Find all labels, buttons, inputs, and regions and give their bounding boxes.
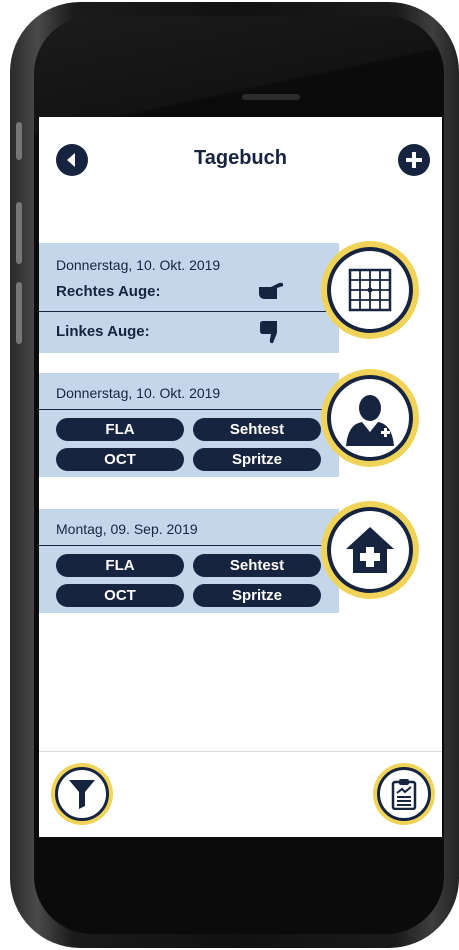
- plus-icon: [406, 152, 422, 168]
- tag-fla[interactable]: FLA: [56, 554, 184, 577]
- page-title: Tagebuch: [194, 147, 287, 169]
- filter-button[interactable]: [51, 763, 113, 825]
- earpiece-speaker: [242, 94, 300, 100]
- report-button[interactable]: [373, 763, 435, 825]
- doctor-icon: [346, 395, 394, 446]
- entry-date: Donnerstag, 10. Okt. 2019: [56, 385, 221, 401]
- volume-up-button: [16, 202, 22, 264]
- tag-oct[interactable]: OCT: [56, 584, 184, 607]
- thumb-down-icon: [257, 319, 287, 345]
- diary-entry-eye-test[interactable]: Donnerstag, 10. Okt. 2019 Rechtes Auge: …: [39, 243, 339, 353]
- diary-entry-doctor[interactable]: Donnerstag, 10. Okt. 2019 FLA Sehtest OC…: [39, 373, 339, 477]
- doctor-visit-button[interactable]: [321, 369, 419, 467]
- left-eye-label: Linkes Auge:: [56, 323, 150, 340]
- entry-divider: [39, 545, 339, 546]
- tag-oct[interactable]: OCT: [56, 448, 184, 471]
- tag-spritze[interactable]: Spritze: [193, 584, 321, 607]
- home-entry-button[interactable]: [321, 501, 419, 599]
- entry-divider: [39, 311, 339, 312]
- tag-sehtest[interactable]: Sehtest: [193, 554, 321, 577]
- volume-down-button: [16, 282, 22, 344]
- add-entry-button[interactable]: [398, 144, 430, 176]
- app-screen: Tagebuch Donnerstag, 10. Okt. 2019 Recht…: [39, 117, 442, 837]
- tag-fla[interactable]: FLA: [56, 418, 184, 441]
- amsler-grid-icon: [348, 268, 392, 312]
- tag-sehtest[interactable]: Sehtest: [193, 418, 321, 441]
- mute-switch: [16, 122, 22, 160]
- entry-date: Montag, 09. Sep. 2019: [56, 521, 198, 537]
- thumb-up-icon: [257, 279, 287, 305]
- entry-date: Donnerstag, 10. Okt. 2019: [56, 257, 221, 273]
- diary-entry-home[interactable]: Montag, 09. Sep. 2019 FLA Sehtest OCT Sp…: [39, 509, 339, 613]
- clipboard-chart-icon: [391, 779, 417, 810]
- filter-funnel-icon: [69, 780, 95, 809]
- entry-divider: [39, 409, 339, 410]
- amsler-test-button[interactable]: [321, 241, 419, 339]
- footer-divider: [39, 751, 442, 752]
- right-eye-label: Rechtes Auge:: [56, 283, 161, 300]
- home-medical-icon: [346, 527, 394, 573]
- tag-spritze[interactable]: Spritze: [193, 448, 321, 471]
